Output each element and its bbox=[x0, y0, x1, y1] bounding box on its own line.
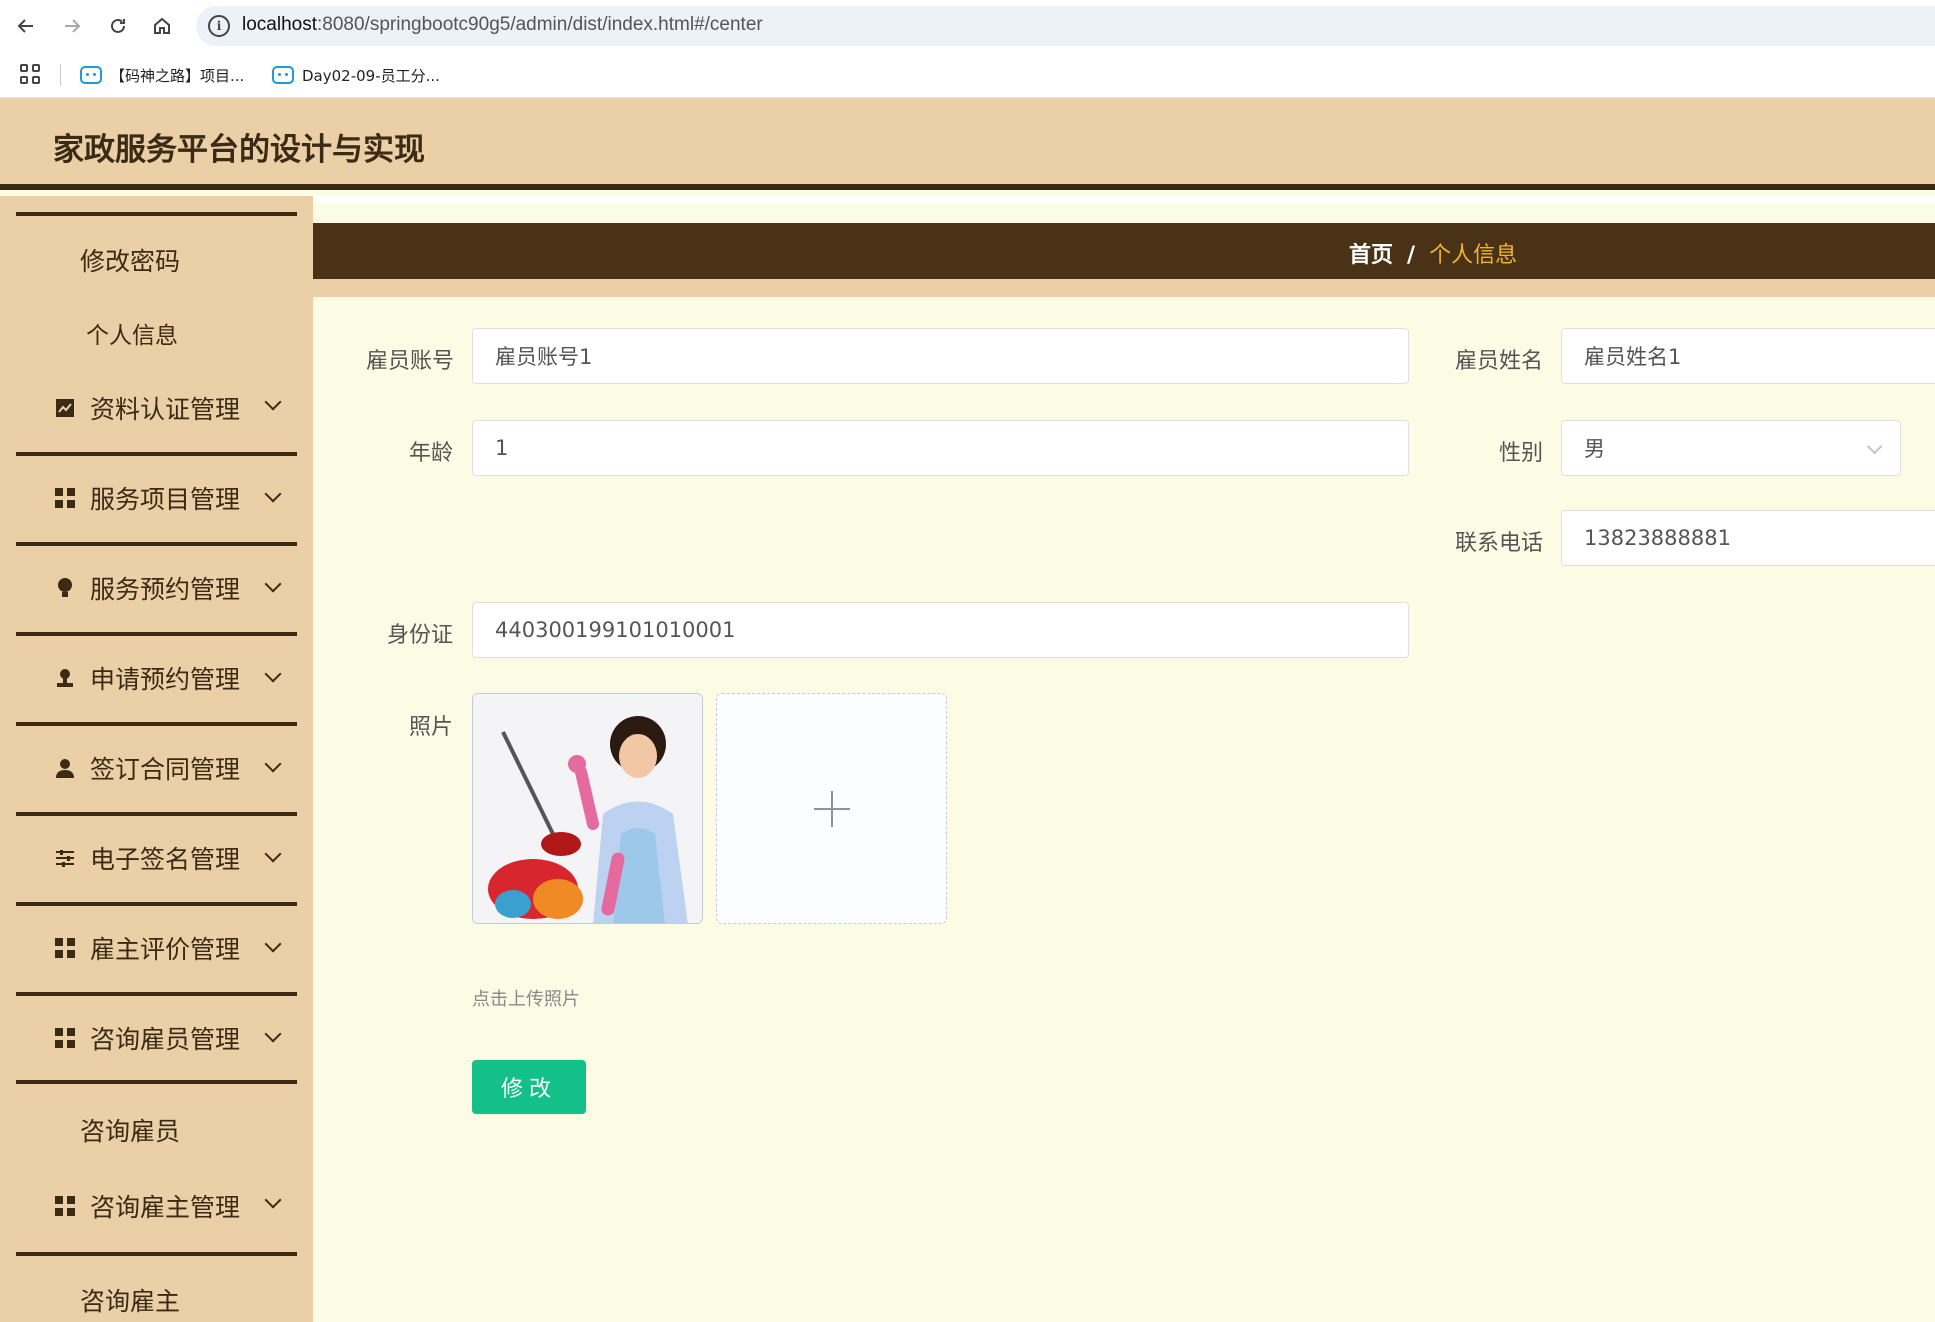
sidebar-menu-employer-review[interactable]: 雇主评价管理 bbox=[16, 902, 297, 990]
chevron-down-icon bbox=[264, 1025, 282, 1043]
reload-icon[interactable] bbox=[102, 10, 134, 42]
back-icon[interactable] bbox=[10, 10, 42, 42]
content-top-band bbox=[313, 279, 1935, 297]
breadcrumb-home[interactable]: 首页 bbox=[1349, 243, 1393, 268]
app-title: 家政服务平台的设计与实现 bbox=[53, 132, 425, 168]
sidebar-item-consult-employee[interactable]: 咨询雇员 bbox=[80, 1112, 180, 1148]
grid-icon bbox=[54, 1027, 76, 1049]
chevron-down-icon bbox=[264, 575, 282, 593]
sliders-icon bbox=[54, 847, 76, 869]
phone-input[interactable]: 13823888881 bbox=[1561, 510, 1935, 566]
sidebar-divider bbox=[16, 1080, 297, 1084]
address-bar[interactable]: i localhost:8080/springbootc90g5/admin/d… bbox=[196, 6, 1935, 46]
sidebar-item-personal-info[interactable]: 个人信息 bbox=[86, 316, 178, 350]
chevron-down-icon bbox=[264, 935, 282, 953]
chevron-down-icon bbox=[264, 1191, 282, 1209]
bookmark-item[interactable]: Day02-09-员工分... bbox=[272, 62, 440, 88]
breadcrumb-current: 个人信息 bbox=[1429, 243, 1518, 268]
sidebar-divider bbox=[16, 1252, 297, 1256]
browser-toolbar: i localhost:8080/springbootc90g5/admin/d… bbox=[0, 0, 1935, 52]
breadcrumb: 首页 / 个人信息 bbox=[313, 223, 1935, 279]
sidebar-menu-consult-employee[interactable]: 咨询雇员管理 bbox=[16, 992, 297, 1080]
account-input[interactable]: 雇员账号1 bbox=[472, 328, 1409, 384]
name-input[interactable]: 雇员姓名1 bbox=[1561, 328, 1935, 384]
app-header: 家政服务平台的设计与实现 bbox=[0, 98, 1935, 190]
photo-image bbox=[473, 694, 702, 923]
photo-upload-button[interactable] bbox=[716, 693, 947, 924]
name-label: 雇员姓名 bbox=[1455, 349, 1544, 374]
sidebar-menu-sign-contract[interactable]: 签订合同管理 bbox=[16, 722, 297, 810]
chevron-down-icon bbox=[1866, 438, 1883, 455]
gender-select[interactable]: 男 bbox=[1561, 420, 1901, 476]
header-spacer bbox=[313, 196, 1935, 203]
id-card-label: 身份证 bbox=[387, 623, 454, 648]
phone-label: 联系电话 bbox=[1455, 531, 1544, 556]
sidebar-menu-consult-employer[interactable]: 咨询雇主管理 bbox=[16, 1162, 297, 1250]
site-info-icon[interactable]: i bbox=[208, 15, 230, 37]
sidebar-menu-e-signature[interactable]: 电子签名管理 bbox=[16, 812, 297, 900]
chevron-down-icon bbox=[264, 755, 282, 773]
id-card-input[interactable]: 440300199101010001 bbox=[472, 602, 1409, 658]
bulb-icon bbox=[54, 577, 76, 599]
breadcrumb-trail: 首页 / 个人信息 bbox=[1349, 237, 1517, 269]
grid-icon bbox=[54, 937, 76, 959]
chevron-down-icon bbox=[264, 485, 282, 503]
breadcrumb-separator: / bbox=[1407, 243, 1416, 268]
age-input[interactable]: 1 bbox=[472, 420, 1409, 476]
photo-label: 照片 bbox=[409, 715, 454, 740]
upload-tip: 点击上传照片 bbox=[472, 989, 580, 1010]
uploaded-photo[interactable] bbox=[472, 693, 703, 924]
chevron-down-icon bbox=[264, 393, 282, 411]
bookmark-item[interactable]: 【码神之路】项目... bbox=[80, 62, 244, 88]
sidebar-menu-service-booking[interactable]: 服务预约管理 bbox=[16, 542, 297, 630]
sidebar: 修改密码 个人信息 资料认证管理 服务项目管理 服务预约管理 申请预约管理 签订… bbox=[0, 196, 313, 1322]
gender-label: 性别 bbox=[1499, 441, 1544, 466]
bookmark-divider bbox=[60, 64, 61, 86]
user-icon bbox=[54, 757, 76, 779]
sidebar-menu-profile-auth[interactable]: 资料认证管理 bbox=[16, 364, 297, 452]
sidebar-menu-service-items[interactable]: 服务项目管理 bbox=[16, 452, 297, 540]
bilibili-icon bbox=[80, 66, 102, 84]
grid-icon bbox=[54, 487, 76, 509]
sidebar-menu-apply-booking[interactable]: 申请预约管理 bbox=[16, 632, 297, 720]
bookmarks-bar: 【码神之路】项目... Day02-09-员工分... bbox=[0, 52, 1935, 98]
chevron-down-icon bbox=[264, 845, 282, 863]
account-label: 雇员账号 bbox=[366, 349, 455, 374]
grid-icon bbox=[54, 1195, 76, 1217]
home-icon[interactable] bbox=[146, 10, 178, 42]
age-label: 年龄 bbox=[409, 441, 454, 466]
chart-icon bbox=[54, 397, 76, 419]
apps-grid-icon[interactable] bbox=[20, 64, 42, 86]
modify-button[interactable]: 修改 bbox=[472, 1060, 586, 1114]
sidebar-divider bbox=[16, 212, 297, 216]
forward-icon[interactable] bbox=[56, 10, 88, 42]
sidebar-item-consult-employer[interactable]: 咨询雇主 bbox=[80, 1282, 180, 1318]
sidebar-item-change-password[interactable]: 修改密码 bbox=[80, 242, 180, 278]
user-stamp-icon bbox=[54, 667, 76, 689]
chevron-down-icon bbox=[264, 665, 282, 683]
bilibili-icon bbox=[272, 66, 294, 84]
url-text: localhost:8080/springbootc90g5/admin/dis… bbox=[242, 14, 763, 35]
